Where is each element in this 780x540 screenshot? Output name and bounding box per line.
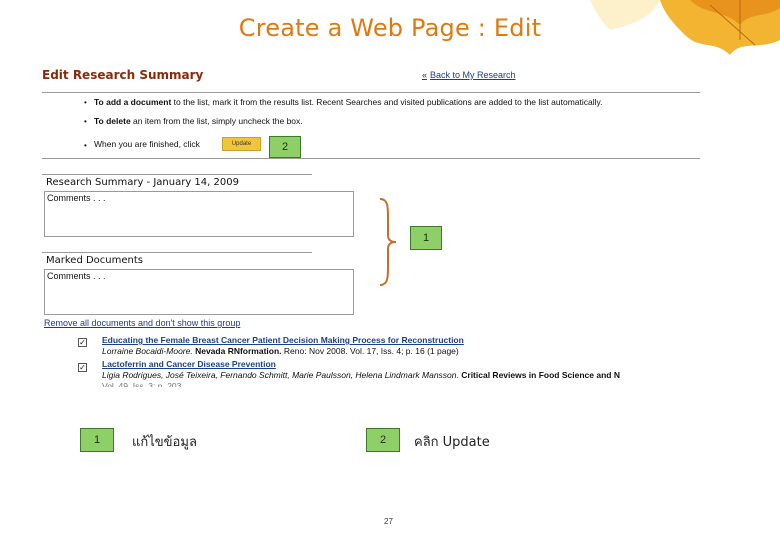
- document-meta: Lorraine Bocaidi-Moore. Nevada RNformati…: [102, 346, 700, 356]
- instruction-delete-rest: an item from the list, simply uncheck th…: [130, 116, 303, 126]
- bullet-icon: •: [84, 98, 87, 107]
- document-authors: Lorraine Bocaidi-Moore.: [102, 346, 193, 356]
- update-button[interactable]: Update: [222, 137, 261, 151]
- instruction-add-strong: To add a document: [94, 97, 172, 107]
- document-checkbox[interactable]: ✓: [78, 338, 87, 347]
- instruction-delete: To delete an item from the list, simply …: [94, 116, 303, 126]
- back-link-label: Back to My Research: [430, 70, 516, 80]
- document-title-link[interactable]: Lactoferrin and Cancer Disease Preventio…: [102, 359, 276, 369]
- legend-badge-1: 1: [80, 428, 114, 452]
- instruction-add: To add a document to the list, mark it f…: [94, 97, 602, 107]
- summary-comments-textarea[interactable]: Comments . . .: [44, 191, 354, 237]
- bullet-icon: •: [84, 117, 87, 126]
- document-checkbox[interactable]: ✓: [78, 363, 87, 372]
- document-title-link[interactable]: Educating the Female Breast Cancer Patie…: [102, 335, 464, 345]
- instruction-finish: When you are finished, click: [94, 139, 200, 149]
- marked-comments-textarea[interactable]: Comments . . .: [44, 269, 354, 315]
- bullet-icon: •: [84, 141, 87, 150]
- legend-badge-2: 2: [366, 428, 400, 452]
- document-authors: Ligia Rodrigues, José Teixeira, Fernando…: [102, 370, 459, 380]
- slide-title: Create a Web Page : Edit: [238, 14, 542, 42]
- marked-documents-header: Marked Documents: [46, 255, 143, 266]
- instruction-add-rest: to the list, mark it from the results li…: [171, 97, 603, 107]
- divider: [42, 174, 312, 175]
- legend-text-1: แก้ไขข้อมูล: [132, 435, 197, 450]
- callout-badge-2: 2: [269, 136, 301, 158]
- document-meta: Ligia Rodrigues, José Teixeira, Fernando…: [102, 370, 700, 380]
- instruction-delete-strong: To delete: [94, 116, 131, 126]
- callout-badge-1: 1: [410, 226, 442, 250]
- divider: [42, 158, 700, 159]
- document-details: Reno: Nov 2008. Vol. 17, Iss. 4; p. 16 (…: [283, 346, 459, 356]
- research-summary-header: Research Summary - January 14, 2009: [46, 177, 239, 188]
- double-chevron-left-icon: «: [422, 70, 428, 80]
- document-source: Nevada RNformation.: [195, 346, 282, 356]
- divider: [42, 92, 700, 93]
- page-number: 27: [384, 517, 393, 526]
- page-title: Edit Research Summary: [42, 68, 204, 82]
- right-brace-icon: [379, 198, 397, 286]
- document-details-cut: Vol. 49, Iss. 3; p. 203: [102, 381, 182, 387]
- legend-text-2: คลิก Update: [414, 435, 490, 450]
- remove-all-documents-link[interactable]: Remove all documents and don't show this…: [44, 318, 240, 328]
- back-to-my-research-link[interactable]: «Back to My Research: [422, 70, 516, 80]
- summary-comments-placeholder: Comments . . .: [47, 193, 106, 203]
- document-source: Critical Reviews in Food Science and N: [461, 370, 620, 380]
- marked-comments-placeholder: Comments . . .: [47, 271, 106, 281]
- divider: [42, 252, 312, 253]
- edit-research-summary-page: Edit Research Summary «Back to My Resear…: [38, 62, 702, 392]
